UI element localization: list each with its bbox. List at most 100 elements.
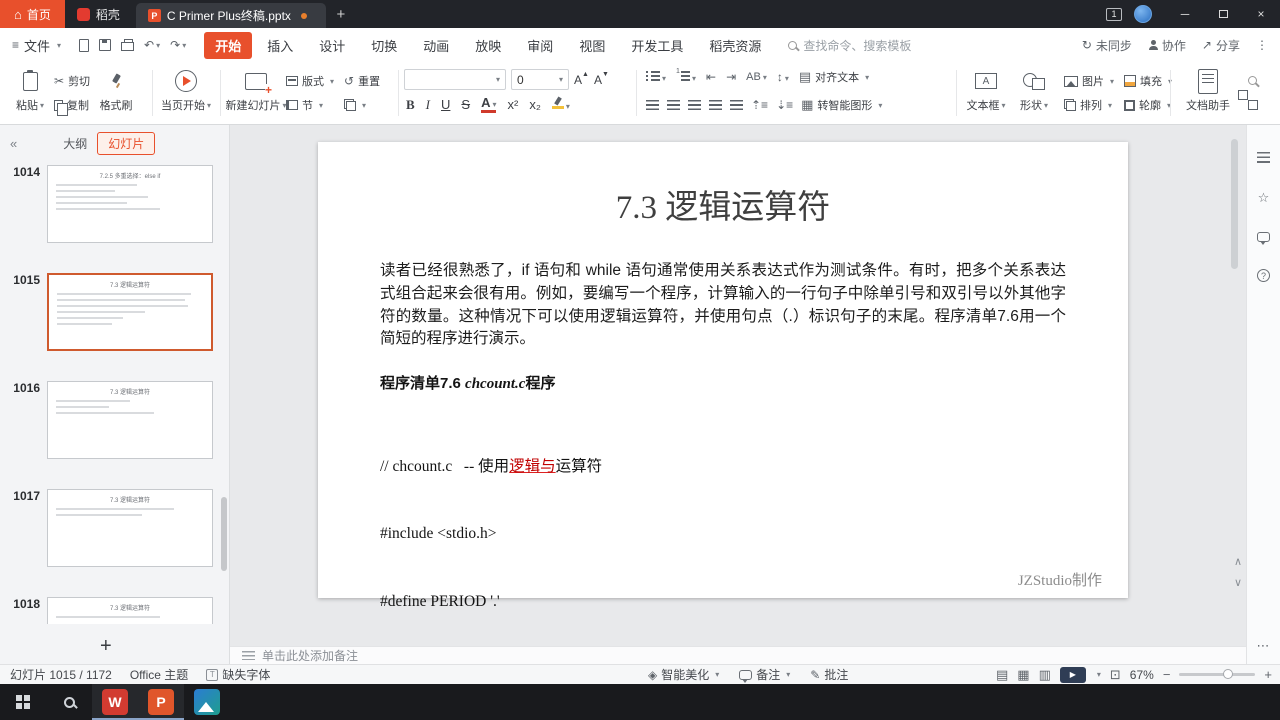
share-button[interactable]: ↗ 分享 (1202, 37, 1240, 54)
zoom-percentage[interactable]: 67% (1130, 668, 1154, 682)
play-slideshow-button[interactable]: ▶ (1059, 666, 1086, 683)
outline-button[interactable]: 轮廓▾ (1124, 97, 1172, 113)
decrease-font-button[interactable]: A ▼ (594, 71, 609, 87)
new-file-button[interactable] (79, 38, 90, 52)
taskbar-wps-app[interactable]: W (92, 684, 138, 720)
play-from-page-button[interactable]: 当页开始 ▾ (158, 62, 214, 113)
tab-developer[interactable]: 开发工具 (620, 32, 694, 59)
increase-font-button[interactable]: A ▲ (574, 71, 589, 87)
bullet-list-button[interactable]: ▾ (646, 70, 666, 84)
fit-window-button[interactable]: ⊡ (1110, 667, 1121, 683)
align-distribute-icon[interactable] (730, 100, 743, 110)
align-center-icon[interactable] (667, 100, 680, 110)
normal-view-button[interactable]: ▤ (996, 667, 1008, 683)
ribbon-search-button[interactable] (1248, 74, 1257, 88)
minimize-button[interactable]: ─ (1166, 0, 1204, 28)
next-slide-button[interactable]: ∨ (1234, 576, 1242, 589)
close-button[interactable]: × (1242, 0, 1280, 28)
zoom-slider-thumb[interactable] (1223, 669, 1234, 679)
favorites-button[interactable]: ☆ (1258, 190, 1270, 206)
section-button[interactable]: 节 ▾ (286, 97, 334, 113)
tab-docer-resources[interactable]: 稻壳资源 (698, 32, 772, 59)
align-left-icon[interactable] (646, 100, 659, 110)
row-spacing-decrease-button[interactable]: ⇣≡ (776, 99, 793, 111)
reading-view-button[interactable]: ▥ (1039, 667, 1051, 683)
zoom-out-button[interactable]: − (1163, 667, 1171, 682)
comments-panel-button[interactable] (1257, 230, 1270, 245)
tab-design[interactable]: 设计 (308, 32, 356, 59)
object-properties-button[interactable] (1257, 151, 1270, 166)
slide-thumbnail-1017[interactable]: 1017 7.3 逻辑运算符 (0, 489, 229, 567)
strikethrough-button[interactable]: S (461, 97, 470, 112)
document-tab[interactable]: P C Primer Plus终稿.pptx (135, 3, 326, 28)
more-tools-button[interactable]: ⋯ (1257, 638, 1271, 654)
format-painter-button[interactable]: 格式刷 (90, 62, 142, 113)
previous-slide-button[interactable]: ∧ (1234, 555, 1242, 568)
taskbar-search-button[interactable] (46, 684, 92, 720)
layout-button[interactable]: 版式 ▾ (286, 73, 334, 89)
increase-indent-button[interactable]: ⇥ (726, 71, 736, 83)
taskbar-presentation-app[interactable]: P (138, 684, 184, 720)
main-scrollbar[interactable] (1231, 139, 1238, 269)
slide-thumbnail-1014[interactable]: 1014 7.2.5 多重选择：else if (0, 165, 229, 243)
delete-slide-button[interactable]: ▾ (344, 97, 380, 113)
copy-button[interactable]: 复制 (54, 97, 90, 116)
subscript-button[interactable]: x₂ (529, 97, 541, 112)
start-button[interactable] (0, 684, 46, 720)
tab-home[interactable]: 开始 (204, 31, 253, 59)
textbox-button[interactable]: A 文本框 ▾ (962, 62, 1010, 113)
add-slide-button[interactable]: + (100, 636, 112, 656)
play-options-chevron[interactable]: ▾ (1097, 670, 1101, 679)
font-color-button[interactable]: A ▾ (481, 95, 497, 114)
home-tab[interactable]: ⌂ 首页 (0, 0, 65, 28)
slide-sorter-view-button[interactable]: ▦ (1017, 667, 1029, 683)
help-button[interactable]: ? (1257, 269, 1270, 282)
comments-toggle-button[interactable]: ✎ 批注 (810, 666, 848, 683)
numbered-list-button[interactable]: ▾ (676, 68, 696, 84)
slide-canvas[interactable]: 7.3 逻辑运算符 读者已经很熟悉了，if 语句和 while 语句通常使用关系… (318, 142, 1128, 677)
maximize-button[interactable] (1204, 0, 1242, 28)
listing-heading[interactable]: 程序清单7.6 chcount.c程序 (380, 372, 1066, 393)
undo-button[interactable]: ↶ ▾ (144, 39, 160, 51)
redo-button[interactable]: ↷ ▾ (170, 39, 186, 51)
slide-body-text[interactable]: 读者已经很熟悉了，if 语句和 while 语句通常使用关系表达式作为测试条件。… (380, 260, 1066, 351)
picture-button[interactable]: 图片 ▾ (1064, 73, 1114, 89)
slide-thumbnail-1016[interactable]: 1016 7.3 逻辑运算符 (0, 381, 229, 459)
tab-animation[interactable]: 动画 (412, 32, 460, 59)
file-menu-button[interactable]: ≡ 文件 ▾ (0, 36, 71, 55)
docer-tab[interactable]: 稻壳 (65, 0, 132, 28)
text-direction-button[interactable]: AB ▾ (746, 71, 767, 83)
tab-transition[interactable]: 切换 (360, 32, 408, 59)
thumbnail-scrollbar[interactable] (221, 497, 227, 571)
slides-tab[interactable]: 幻灯片 (97, 131, 156, 155)
save-button[interactable] (99, 39, 112, 51)
row-spacing-increase-button[interactable]: ⇡≡ (751, 99, 768, 111)
zoom-in-button[interactable]: + (1264, 667, 1272, 682)
paste-button[interactable]: 粘贴 ▾ (6, 62, 54, 113)
fill-button[interactable]: 填充▾ (1124, 73, 1172, 89)
tab-review[interactable]: 审阅 (516, 32, 564, 59)
outline-tab[interactable]: 大纲 (63, 135, 87, 152)
align-text-button[interactable]: ▤ 对齐文本 ▾ (799, 69, 869, 85)
notes-bar[interactable]: 单击此处添加备注 (230, 646, 1246, 664)
bold-button[interactable]: B (406, 97, 415, 113)
zoom-slider[interactable] (1179, 669, 1256, 679)
doc-assistant-button[interactable]: 文档助手 (1178, 62, 1238, 113)
new-tab-button[interactable]: + (326, 0, 356, 28)
user-avatar[interactable] (1134, 5, 1152, 23)
new-slide-button[interactable]: 新建幻灯片▾ (226, 62, 287, 113)
cut-button[interactable]: ✂ 剪切 (54, 73, 90, 89)
align-right-icon[interactable] (688, 100, 701, 110)
reset-button[interactable]: ↺ 重置 (344, 73, 380, 89)
missing-font-warning[interactable]: T 缺失字体 (206, 666, 270, 683)
smart-beautify-button[interactable]: ◈ 智能美化 ▾ (648, 666, 719, 683)
taskbar-photos-app[interactable] (184, 684, 230, 720)
slide-thumbnail-1015-selected[interactable]: 1015 7.3 逻辑运算符 (0, 273, 229, 351)
font-size-select[interactable]: 0 ▾ (511, 69, 569, 90)
line-spacing-button[interactable]: ↕ ▾ (777, 71, 789, 83)
arrange-button[interactable]: 排列 ▾ (1064, 97, 1114, 113)
collaborate-button[interactable]: 协作 (1148, 37, 1186, 54)
decrease-indent-button[interactable]: ⇤ (706, 71, 716, 83)
slide-title[interactable]: 7.3 逻辑运算符 (318, 180, 1128, 228)
slide-thumbnail-1018[interactable]: 1018 7.3 逻辑运算符 (0, 597, 229, 624)
